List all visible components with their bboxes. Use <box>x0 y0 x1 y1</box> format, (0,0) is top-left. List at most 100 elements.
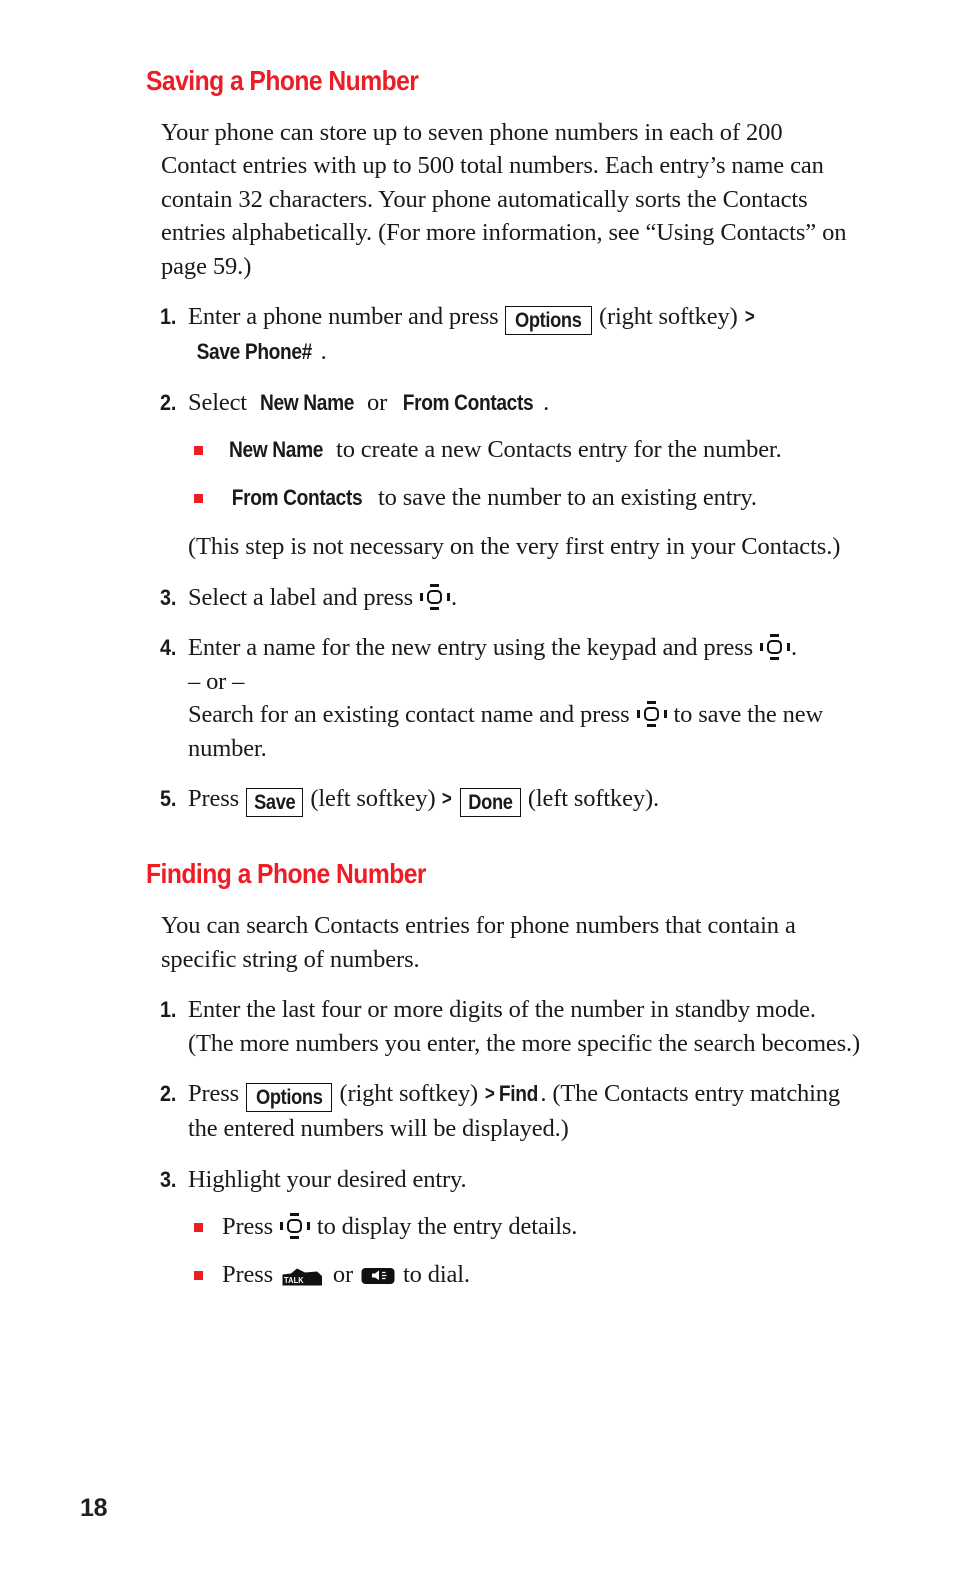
step-saving-4: 4. Enter a name for the new entry using t… <box>146 631 862 765</box>
finding-steps-list: 1. Enter the last four or more digits of … <box>146 993 862 1291</box>
step-finding-3: 3. Highlight your desired entry. Press to… <box>146 1163 862 1292</box>
saving-step2-bullets: New Name to create a new Contacts entry … <box>188 433 862 514</box>
step-text: Enter a phone number and press <box>188 303 505 331</box>
nav-left-tick <box>759 643 763 652</box>
square-bullet-icon <box>194 1223 203 1233</box>
list-item: From Contacts to save the number to an e… <box>188 481 862 515</box>
list-item-text-mid: or <box>326 1260 360 1288</box>
page-content: Saving a Phone Number Your phone can sto… <box>146 65 862 1291</box>
page-title-finding: Finding a Phone Number <box>146 858 426 890</box>
step-text-3: . <box>543 388 550 416</box>
step-text-2: or <box>361 388 394 416</box>
nav-center-button <box>426 589 442 604</box>
step-text: Select a label and press <box>188 583 419 611</box>
step-finding-2: 2. Press Options (right softkey) > Find. (… <box>146 1077 862 1146</box>
navigation-key-icon[interactable] <box>279 1213 310 1240</box>
softkey-done-button[interactable]: Done <box>460 788 521 818</box>
step-number: 3. <box>160 584 177 610</box>
section-finding-heading-block: Finding a Phone Number <box>146 858 862 890</box>
step-number: 3. <box>160 1166 177 1192</box>
menu-item-find[interactable]: Find <box>498 1077 537 1111</box>
softkey-options-button[interactable]: Options <box>505 306 593 336</box>
list-item-text-post: to display the entry details. <box>310 1213 578 1241</box>
nav-up-tick <box>289 1213 299 1217</box>
list-item: Press to display the entry details. <box>188 1210 862 1244</box>
square-bullet-icon <box>194 446 203 456</box>
chevron-right-icon: > <box>442 788 453 811</box>
nav-up-tick <box>429 583 439 587</box>
page-number: 18 <box>80 1494 108 1522</box>
softkey-options-button[interactable]: Options <box>245 1083 333 1113</box>
saving-step2-note: (This step is not necessary on the very … <box>188 533 841 561</box>
square-bullet-icon <box>194 1270 203 1280</box>
step-text-3: . <box>320 338 327 366</box>
step-text-2: (right softkey) <box>333 1080 485 1108</box>
nav-right-tick <box>786 643 790 652</box>
navigation-key-icon[interactable] <box>759 634 790 661</box>
step-text: Press <box>188 1080 245 1108</box>
step-text: Enter the last four or more digits of th… <box>188 996 860 1057</box>
nav-down-tick <box>289 1236 299 1240</box>
nav-right-tick <box>663 710 667 719</box>
finding-step3-bullets: Press to display the entry details. Pres… <box>188 1210 862 1291</box>
speaker-key-icon[interactable] <box>361 1266 395 1285</box>
talk-key-icon[interactable]: TALK <box>281 1265 325 1286</box>
menu-item-save-phone[interactable]: Save Phone# <box>197 335 313 369</box>
or-separator-label: – or – <box>188 667 245 695</box>
list-item-text: to create a new Contacts entry for the n… <box>330 436 782 464</box>
step-text: Enter a name for the new entry using the… <box>188 634 759 662</box>
finding-intro-paragraph: You can search Contacts entries for phon… <box>161 912 796 973</box>
step-number: 4. <box>160 635 177 661</box>
menu-item-new-name[interactable]: New Name <box>229 433 323 467</box>
navigation-key-icon[interactable] <box>636 701 667 728</box>
step-text-2: (left softkey) <box>304 785 442 813</box>
navigation-key-icon[interactable] <box>419 583 450 610</box>
chevron-right-icon: > <box>744 306 755 329</box>
nav-down-tick <box>646 724 656 728</box>
step-saving-3: 3. Select a label and press . <box>146 581 862 615</box>
manual-page: Saving a Phone Number Your phone can sto… <box>0 0 954 1590</box>
menu-item-from-contacts[interactable]: From Contacts <box>232 481 363 515</box>
step-text-2: (right softkey) <box>593 303 744 331</box>
saving-intro-paragraph: Your phone can store up to seven phone n… <box>161 118 847 280</box>
step-saving-2: 2. Select New Name or From Contacts. New … <box>146 386 862 564</box>
step-saving-4-alternate: Search for an existing contact name and … <box>188 698 862 765</box>
softkey-save-button[interactable]: Save <box>245 788 304 818</box>
saving-steps-list: 1. Enter a phone number and press Options… <box>146 300 862 818</box>
nav-center-button <box>286 1219 302 1234</box>
step-text: Select <box>188 388 253 416</box>
list-item-text-post: to dial. <box>397 1260 470 1288</box>
softkey-done-label: Done <box>468 791 513 815</box>
softkey-options-label: Options <box>515 309 583 333</box>
nav-up-tick <box>769 634 779 638</box>
step-number: 5. <box>160 786 177 812</box>
page-title-saving: Saving a Phone Number <box>146 65 419 96</box>
nav-down-tick <box>429 606 439 610</box>
nav-up-tick <box>646 701 656 705</box>
menu-item-new-name[interactable]: New Name <box>260 386 354 420</box>
step-text: Press <box>188 785 245 813</box>
nav-left-tick <box>636 710 640 719</box>
step-number: 1. <box>160 997 177 1023</box>
nav-right-tick <box>306 1222 310 1231</box>
list-item: New Name to create a new Contacts entry … <box>188 433 862 467</box>
nav-left-tick <box>419 592 423 601</box>
list-item-text-pre: Press <box>222 1213 279 1241</box>
list-item: Press TALK or to dial. <box>188 1258 862 1292</box>
step-text-2: . <box>450 583 457 611</box>
square-bullet-icon <box>194 493 203 503</box>
step-number: 1. <box>160 304 177 330</box>
step-text-3: (left softkey). <box>521 785 659 813</box>
softkey-save-label: Save <box>254 791 296 815</box>
menu-item-from-contacts[interactable]: From Contacts <box>403 386 534 420</box>
nav-center-button <box>643 707 659 722</box>
nav-center-button <box>766 640 782 655</box>
section-saving-heading-block: Saving a Phone Number <box>146 65 862 97</box>
chevron-right-icon: > <box>484 1083 495 1106</box>
step-number: 2. <box>160 1081 177 1107</box>
nav-right-tick <box>446 592 450 601</box>
step-saving-5: 5. Press Save (left softkey) > Done (left… <box>146 782 862 818</box>
step-finding-1: 1. Enter the last four or more digits of … <box>146 993 862 1060</box>
softkey-options-label: Options <box>255 1086 323 1110</box>
nav-down-tick <box>769 657 779 661</box>
